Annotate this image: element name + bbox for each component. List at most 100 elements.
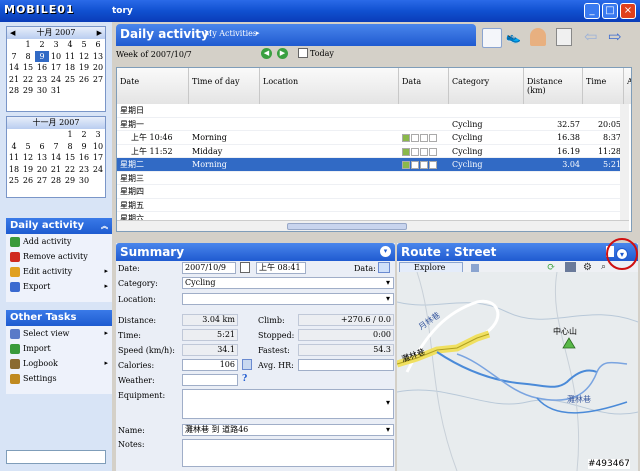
calendar-day[interactable]: 23 bbox=[35, 74, 49, 86]
calendar-day[interactable]: 4 bbox=[63, 39, 77, 51]
notes-field[interactable] bbox=[182, 439, 394, 467]
calendar-day[interactable]: 8 bbox=[63, 141, 77, 153]
task-item[interactable]: Edit activity ▸ bbox=[6, 264, 112, 279]
back-arrow-icon[interactable]: ⇦ bbox=[584, 28, 604, 46]
calendar-day[interactable]: 10 bbox=[49, 51, 63, 63]
calendar-day[interactable]: 6 bbox=[91, 39, 105, 51]
calendar-day[interactable]: 9 bbox=[35, 50, 49, 62]
scrollbar-thumb[interactable] bbox=[287, 223, 407, 230]
prev-week-button[interactable]: ◀ bbox=[261, 48, 272, 59]
calendar-day[interactable]: 12 bbox=[77, 51, 91, 63]
calendar-day[interactable]: 28 bbox=[7, 85, 21, 97]
calendar-day[interactable]: 27 bbox=[91, 74, 105, 86]
calendar-day[interactable]: 17 bbox=[91, 152, 105, 164]
table-row[interactable]: 星期五 bbox=[117, 199, 629, 212]
task-item[interactable]: Export ▸ bbox=[6, 279, 112, 294]
table-row[interactable]: 星期日 bbox=[117, 104, 629, 118]
calendar-day[interactable]: 24 bbox=[49, 74, 63, 86]
column-header[interactable]: A bbox=[624, 68, 631, 104]
calendar-day[interactable]: 13 bbox=[35, 152, 49, 164]
close-button[interactable]: × bbox=[620, 3, 636, 19]
task-item[interactable]: Import bbox=[6, 341, 112, 356]
calendar-day[interactable]: 29 bbox=[63, 175, 77, 187]
next-month-icon[interactable]: ▶ bbox=[97, 27, 102, 39]
column-header[interactable]: Data bbox=[399, 68, 449, 104]
calendar-day[interactable]: 11 bbox=[7, 152, 21, 164]
route-map[interactable]: 月林巷 灘林巷 中心山 灘林巷 bbox=[397, 272, 638, 471]
minimize-button[interactable]: _ bbox=[584, 3, 600, 19]
calendar-day[interactable]: 26 bbox=[21, 175, 35, 187]
calendar-day[interactable]: 15 bbox=[63, 152, 77, 164]
collapse-icon[interactable]: ︽ bbox=[101, 218, 108, 234]
column-header[interactable]: Time bbox=[583, 68, 624, 104]
calendar-day[interactable]: 29 bbox=[21, 85, 35, 97]
calendar-day[interactable]: 21 bbox=[49, 164, 63, 176]
calendar-day[interactable]: 20 bbox=[35, 164, 49, 176]
calendar-day[interactable]: 5 bbox=[77, 39, 91, 51]
breadcrumb[interactable]: My Activities bbox=[204, 29, 257, 38]
column-header[interactable]: Location bbox=[260, 68, 399, 104]
calendar-day[interactable]: 31 bbox=[49, 85, 63, 97]
calendar-day[interactable]: 2 bbox=[35, 39, 49, 51]
calendar-day[interactable]: 26 bbox=[77, 74, 91, 86]
calendar-view-icon[interactable] bbox=[482, 28, 502, 48]
location-select[interactable]: ▾ bbox=[182, 293, 394, 305]
calendar-day[interactable]: 23 bbox=[77, 164, 91, 176]
task-item[interactable]: Select view ▸ bbox=[6, 326, 112, 341]
calendar-day[interactable]: 15 bbox=[21, 62, 35, 74]
calendar-day[interactable]: 12 bbox=[21, 152, 35, 164]
category-select[interactable]: Cycling ▾ bbox=[182, 277, 394, 289]
calendar-day[interactable]: 2 bbox=[77, 129, 91, 141]
column-header[interactable]: Category bbox=[449, 68, 524, 104]
calendar-day[interactable]: 13 bbox=[91, 51, 105, 63]
calendar-day[interactable]: 8 bbox=[21, 51, 35, 63]
horizontal-scrollbar[interactable] bbox=[117, 220, 629, 231]
table-row[interactable]: 上午 10:46 Morning Cycling 16.38 8:37 bbox=[117, 131, 629, 145]
calendar-day[interactable]: 30 bbox=[35, 85, 49, 97]
toggle-icon[interactable] bbox=[471, 264, 479, 272]
weather-field[interactable] bbox=[182, 374, 238, 386]
calendar-day[interactable]: 18 bbox=[7, 164, 21, 176]
calendar-day[interactable]: 18 bbox=[63, 62, 77, 74]
calories-field[interactable]: 106 bbox=[182, 359, 238, 371]
calendar-days[interactable]: 1 2 3 4 5 6 7 8 9 10 11 12 13 14 15 16 17 18 19 20 21 22 23 24 2… bbox=[7, 129, 105, 187]
task-item[interactable]: Logbook ▸ bbox=[6, 356, 112, 371]
time-field[interactable]: 上午 08:41 bbox=[256, 262, 306, 274]
shoe-icon[interactable]: 👟 bbox=[506, 30, 524, 46]
forward-arrow-icon[interactable]: ⇨ bbox=[608, 28, 628, 46]
calendar-day[interactable]: 10 bbox=[91, 141, 105, 153]
chevron-down-icon[interactable]: ▾ bbox=[616, 248, 628, 260]
table-row[interactable]: 星期三 bbox=[117, 172, 629, 185]
calendar-day[interactable]: 5 bbox=[21, 141, 35, 153]
date-field[interactable]: 2007/10/9 bbox=[182, 262, 236, 274]
table-row[interactable]: 星期二 Morning Cycling 3.04 5:21 bbox=[117, 158, 629, 172]
calendar-day[interactable]: 1 bbox=[63, 129, 77, 141]
maximize-button[interactable]: □ bbox=[602, 3, 618, 19]
calendar-day[interactable]: 16 bbox=[35, 62, 49, 74]
calendar-day[interactable]: 24 bbox=[91, 164, 105, 176]
calendar-day[interactable]: 4 bbox=[7, 141, 21, 153]
calendar-day[interactable]: 22 bbox=[21, 74, 35, 86]
next-week-button[interactable]: ▶ bbox=[277, 48, 288, 59]
prev-month-icon[interactable]: ◀ bbox=[10, 27, 15, 39]
calendar-day[interactable]: 16 bbox=[77, 152, 91, 164]
calendar-day[interactable]: 28 bbox=[49, 175, 63, 187]
avg-hr-field[interactable] bbox=[298, 359, 394, 371]
calendar-day[interactable]: 9 bbox=[77, 141, 91, 153]
column-header[interactable]: Date bbox=[117, 68, 189, 104]
calendar-day[interactable]: 11 bbox=[63, 51, 77, 63]
table-row[interactable]: 上午 11:52 Midday Cycling 16.19 11:28 bbox=[117, 145, 629, 158]
calendar-day[interactable]: 22 bbox=[63, 164, 77, 176]
calendar-icon[interactable] bbox=[240, 262, 250, 273]
calendar-day[interactable]: 25 bbox=[7, 175, 21, 187]
calendar-day[interactable]: 7 bbox=[49, 141, 63, 153]
calendar-day[interactable]: 1 bbox=[21, 39, 35, 51]
calendar-day[interactable]: 3 bbox=[91, 129, 105, 141]
calendar-day[interactable]: 17 bbox=[49, 62, 63, 74]
calendar-day[interactable]: 30 bbox=[77, 175, 91, 187]
calendar-day[interactable]: 20 bbox=[91, 62, 105, 74]
table-row[interactable]: 星期一 Cycling 32.57 20:05 bbox=[117, 118, 629, 131]
logbook-icon[interactable] bbox=[556, 28, 572, 46]
calendar-day[interactable]: 21 bbox=[7, 74, 21, 86]
vertical-scrollbar[interactable] bbox=[620, 104, 629, 220]
